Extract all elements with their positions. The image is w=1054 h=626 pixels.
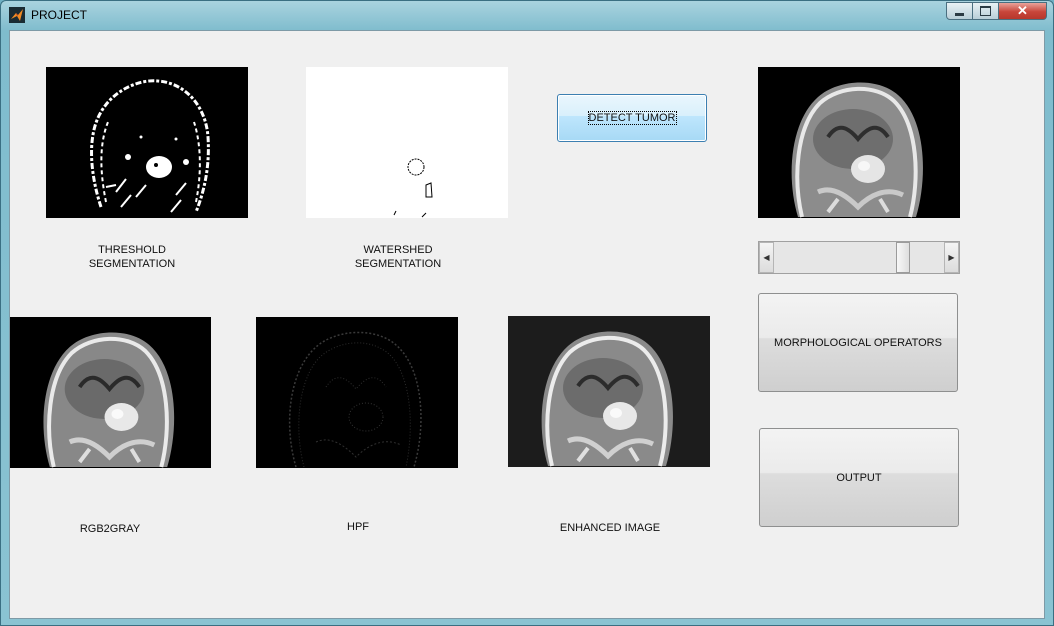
hpf-image: [256, 317, 458, 468]
image-slider[interactable]: ◀ ▶: [758, 241, 960, 274]
slider-thumb[interactable]: [895, 242, 910, 273]
main-window: PROJECT ✕ THRESHOLD SEGMENTATION WATERSH…: [0, 0, 1054, 626]
close-button[interactable]: ✕: [999, 2, 1047, 20]
watershed-segmentation-image: [306, 67, 508, 218]
enhanced-image: [508, 316, 710, 467]
arrow-right-icon: ▶: [948, 253, 955, 262]
maximize-icon: [980, 6, 991, 16]
title-bar[interactable]: PROJECT ✕: [1, 1, 1053, 29]
matlab-icon: [9, 7, 25, 23]
output-button[interactable]: OUTPUT: [759, 428, 959, 527]
rgb2gray-image: [10, 317, 211, 468]
rgb2gray-label: RGB2GRAY: [79, 523, 141, 535]
output-button-label: OUTPUT: [836, 471, 882, 484]
detect-tumor-button-label: DETECT TUMOR: [587, 111, 677, 125]
slider-left-arrow[interactable]: ◀: [759, 242, 774, 273]
morphological-operators-button[interactable]: MORPHOLOGICAL OPERATORS: [758, 293, 958, 392]
window-title: PROJECT: [31, 8, 88, 22]
detect-tumor-button[interactable]: DETECT TUMOR: [557, 94, 707, 142]
slider-right-arrow[interactable]: ▶: [944, 242, 959, 273]
morphological-operators-label: MORPHOLOGICAL OPERATORS: [774, 336, 942, 349]
minimize-button[interactable]: [946, 2, 973, 20]
threshold-segmentation-label: THRESHOLD SEGMENTATION: [88, 244, 176, 270]
minimize-icon: [955, 12, 964, 16]
close-icon: ✕: [1017, 3, 1028, 18]
original-mri-image: [758, 67, 960, 218]
arrow-left-icon: ◀: [763, 253, 770, 262]
figure-area: THRESHOLD SEGMENTATION WATERSHED SEGMENT…: [9, 30, 1045, 619]
watershed-segmentation-label: WATERSHED SEGMENTATION: [354, 244, 442, 270]
enhanced-image-label: ENHANCED IMAGE: [559, 522, 661, 534]
maximize-button[interactable]: [973, 2, 999, 20]
threshold-segmentation-image: [46, 67, 248, 218]
hpf-label: HPF: [347, 521, 369, 533]
